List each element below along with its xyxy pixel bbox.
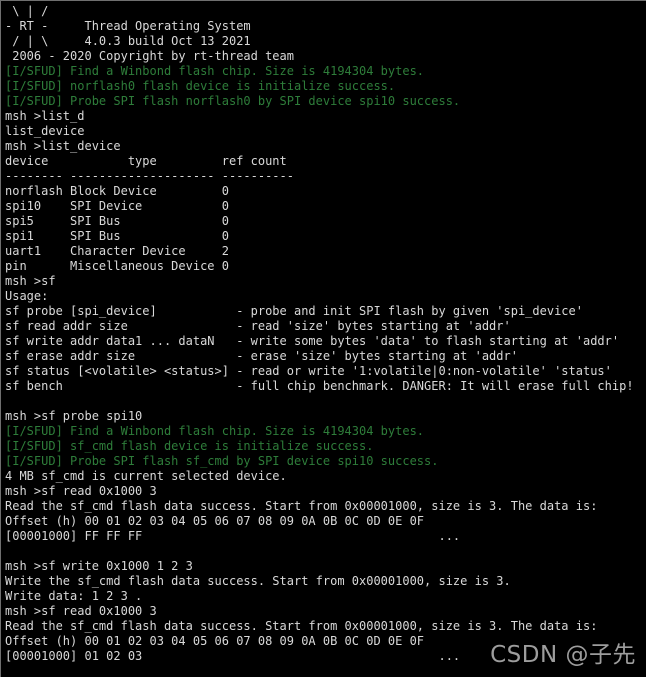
- terminal-line: sf read addr size - read 'size' bytes st…: [5, 319, 511, 333]
- terminal-line: 4 MB sf_cmd is current selected device.: [5, 469, 287, 483]
- terminal-line: msh >sf write 0x1000 1 2 3: [5, 559, 193, 573]
- terminal-line: [00001000] FF FF FF ...: [5, 529, 461, 543]
- terminal-line: Read the sf_cmd flash data success. Star…: [5, 499, 598, 513]
- log-line: [I/SFUD] Find a Winbond flash chip. Size…: [5, 64, 425, 78]
- terminal-line: Write the sf_cmd flash data success. Sta…: [5, 574, 511, 588]
- terminal-window[interactable]: \ | / - RT - Thread Operating System / | …: [0, 0, 646, 677]
- terminal-line: - RT - Thread Operating System: [5, 19, 251, 33]
- terminal-line: msh >sf: [5, 274, 56, 288]
- terminal-line: \ | /: [5, 4, 49, 18]
- terminal-line: Offset (h) 00 01 02 03 04 05 06 07 08 09…: [5, 514, 425, 528]
- log-line: [I/SFUD] norflash0 flash device is initi…: [5, 79, 396, 93]
- terminal-line: sf bench - full chip benchmark. DANGER: …: [5, 379, 634, 393]
- terminal-line: norflash Block Device 0: [5, 184, 229, 198]
- terminal-line: msh >sf read 0x1000 3: [5, 484, 157, 498]
- terminal-line: spi1 SPI Bus 0: [5, 229, 229, 243]
- csdn-watermark: CSDN @子先: [490, 642, 636, 668]
- terminal-line: Read the sf_cmd flash data success. Star…: [5, 619, 598, 633]
- terminal-line: sf probe [spi_device] - probe and init S…: [5, 304, 583, 318]
- terminal-line: Write data: 1 2 3 .: [5, 589, 143, 603]
- log-line: [I/SFUD] Probe SPI flash sf_cmd by SPI d…: [5, 454, 439, 468]
- terminal-output-area[interactable]: \ | / - RT - Thread Operating System / | …: [5, 4, 645, 664]
- terminal-line: msh >list_d: [5, 109, 85, 123]
- terminal-line: msh >sf read 0x1000 3: [5, 604, 157, 618]
- terminal-line: list_device: [5, 124, 85, 138]
- terminal-line: sf write addr data1 ... dataN - write so…: [5, 334, 620, 348]
- log-line: [I/SFUD] Find a Winbond flash chip. Size…: [5, 424, 425, 438]
- terminal-line: Usage:: [5, 289, 49, 303]
- terminal-line: / | \ 4.0.3 build Oct 13 2021: [5, 34, 251, 48]
- terminal-line: -------- -------------------- ----------: [5, 169, 294, 183]
- terminal-line: spi5 SPI Bus 0: [5, 214, 229, 228]
- terminal-line: spi10 SPI Device 0: [5, 199, 229, 213]
- terminal-line: uart1 Character Device 2: [5, 244, 229, 258]
- terminal-line: msh >sf probe spi10: [5, 409, 143, 423]
- terminal-line: sf erase addr size - erase 'size' bytes …: [5, 349, 518, 363]
- terminal-line: 2006 - 2020 Copyright by rt-thread team: [5, 49, 294, 63]
- terminal-line: device type ref count: [5, 154, 287, 168]
- terminal-line: sf status [<volatile> <status>] - read o…: [5, 364, 612, 378]
- log-line: [I/SFUD] Probe SPI flash norflash0 by SP…: [5, 94, 461, 108]
- log-line: [I/SFUD] sf_cmd flash device is initiali…: [5, 439, 374, 453]
- terminal-line: pin Miscellaneous Device 0: [5, 259, 229, 273]
- terminal-line: msh >list_device: [5, 139, 121, 153]
